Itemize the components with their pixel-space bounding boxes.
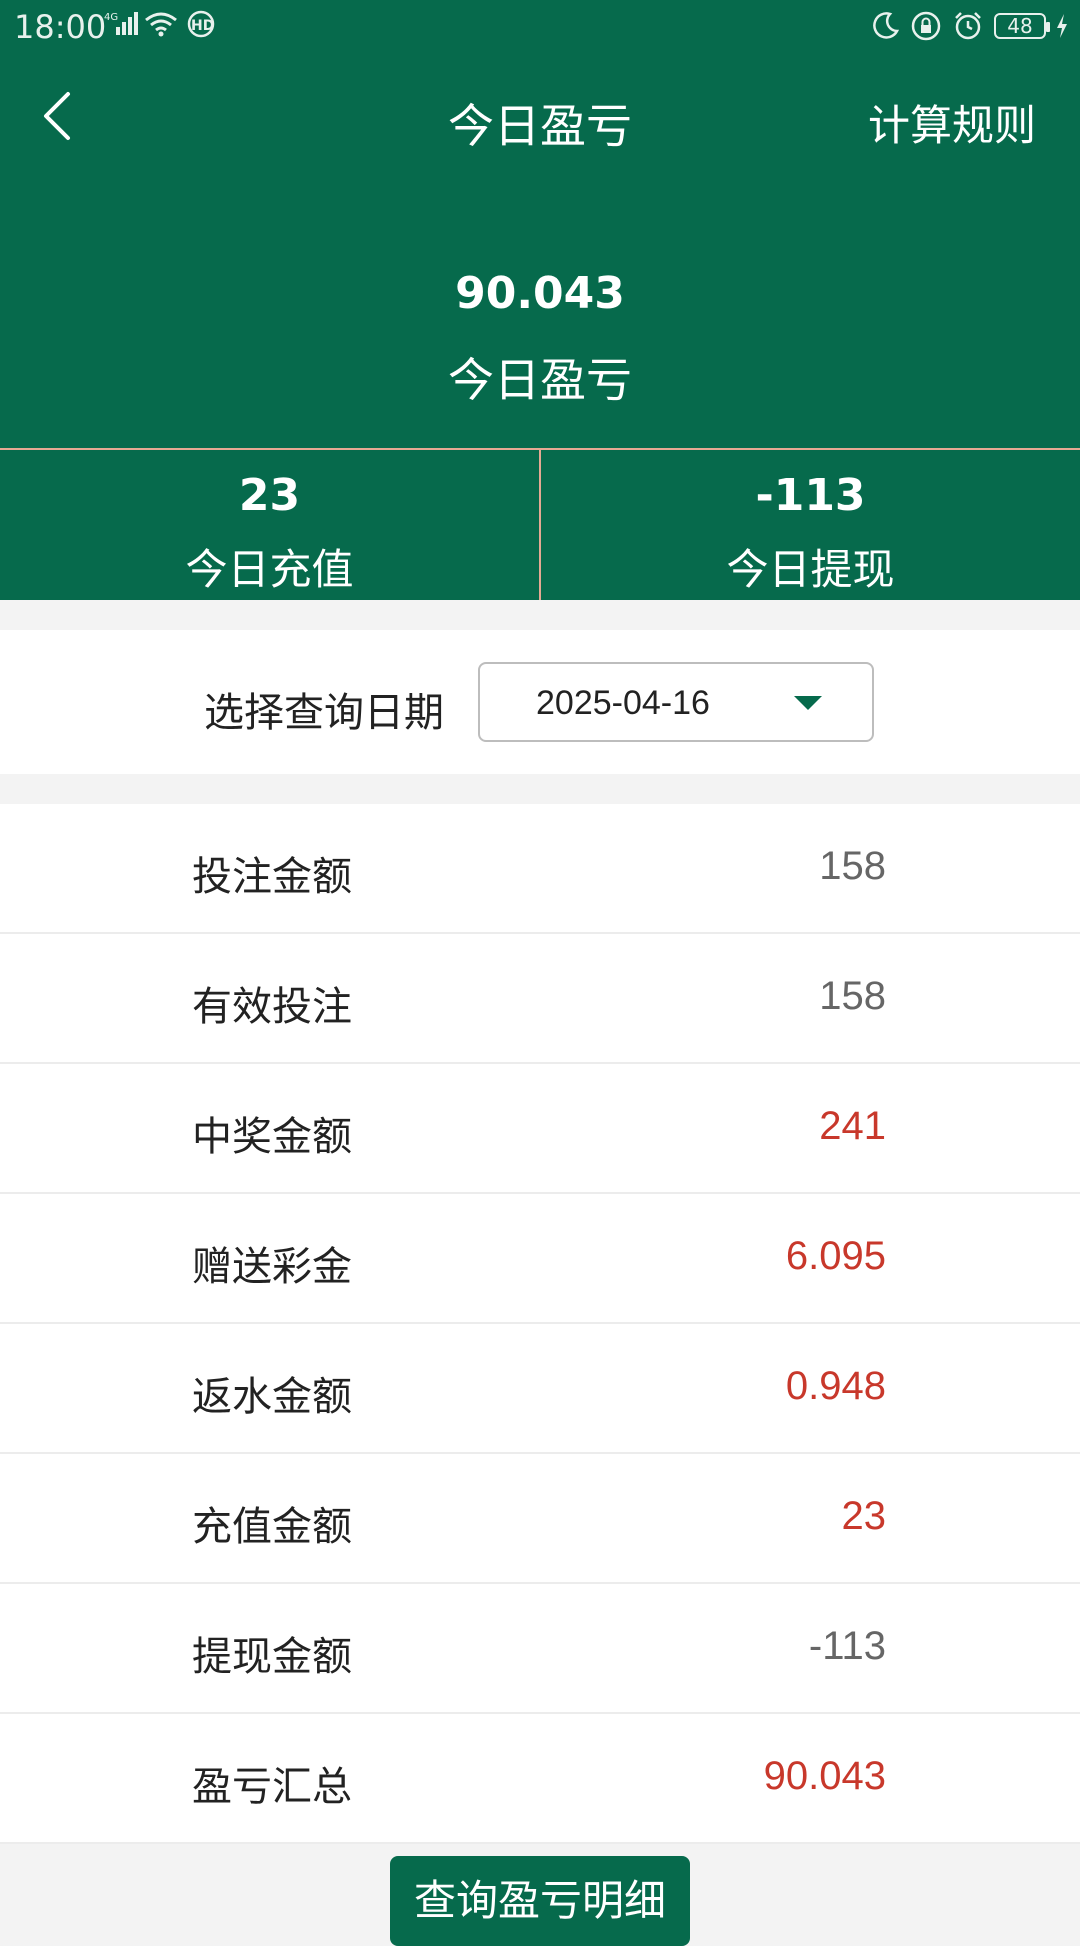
- row-label: 充值金额: [192, 1504, 352, 1550]
- alarm-icon: [952, 10, 984, 42]
- row-label: 投注金额: [192, 854, 352, 900]
- row-label: 中奖金额: [192, 1114, 352, 1160]
- list-item: 赠送彩金 6.095: [0, 1194, 1080, 1324]
- signal-icon: 4G: [104, 11, 138, 37]
- date-filter-label: 选择查询日期: [204, 690, 444, 736]
- battery-level: 48: [1007, 14, 1033, 38]
- stat-withdraw: -113 今日提现: [539, 450, 1080, 600]
- hd-icon: HD: [184, 10, 218, 38]
- stats-row: 23 今日充值 -113 今日提现: [0, 448, 1080, 600]
- today-profit-value: 90.043: [455, 268, 625, 319]
- row-value: 23: [841, 1494, 887, 1538]
- today-profit-label: 今日盈亏: [448, 353, 632, 407]
- query-profit-detail-button[interactable]: 查询盈亏明细: [390, 1856, 690, 1946]
- stat-withdraw-label: 今日提现: [726, 545, 895, 594]
- list-item: 中奖金额 241: [0, 1064, 1080, 1194]
- date-select[interactable]: 2025-04-16: [478, 662, 874, 742]
- summary-list: 投注金额 158 有效投注 158 中奖金额 241 赠送彩金 6.095 返水…: [0, 804, 1080, 1844]
- status-right-icons: 48: [870, 10, 1068, 42]
- status-bar: 18:00 4G HD 48: [0, 0, 1080, 56]
- moon-icon: [870, 11, 900, 41]
- list-item: 返水金额 0.948: [0, 1324, 1080, 1454]
- row-value: 90.043: [763, 1754, 886, 1798]
- stat-withdraw-value: -113: [755, 470, 866, 521]
- date-filter: 选择查询日期 2025-04-16: [0, 630, 1080, 774]
- stat-recharge: 23 今日充值: [0, 450, 539, 600]
- wifi-icon: [144, 11, 178, 37]
- row-label: 盈亏汇总: [192, 1764, 352, 1810]
- stat-recharge-label: 今日充值: [185, 545, 354, 594]
- battery-icon: 48: [994, 13, 1050, 39]
- list-item: 投注金额 158: [0, 804, 1080, 934]
- caret-down-icon: [794, 696, 822, 710]
- stat-recharge-value: 23: [238, 470, 301, 521]
- svg-text:4G: 4G: [104, 12, 118, 23]
- list-item: 盈亏汇总 90.043: [0, 1714, 1080, 1844]
- row-value: 241: [819, 1104, 886, 1148]
- list-item: 有效投注 158: [0, 934, 1080, 1064]
- calculation-rules-link[interactable]: 计算规则: [868, 92, 1036, 153]
- row-label: 提现金额: [192, 1634, 352, 1680]
- date-select-value: 2025-04-16: [536, 684, 710, 722]
- status-left-icons: 4G HD: [104, 10, 218, 38]
- row-value: 0.948: [785, 1364, 886, 1408]
- row-value: -113: [808, 1624, 886, 1668]
- nav-bar: 今日盈亏 计算规则: [0, 56, 1080, 182]
- rotation-lock-icon: [910, 10, 942, 42]
- list-item: 提现金额 -113: [0, 1584, 1080, 1714]
- row-value: 6.095: [785, 1234, 886, 1278]
- svg-text:HD: HD: [191, 18, 214, 34]
- status-time: 18:00: [14, 8, 107, 46]
- list-item: 充值金额 23: [0, 1454, 1080, 1584]
- row-label: 返水金额: [192, 1374, 352, 1420]
- charging-icon: [1056, 13, 1068, 39]
- header-panel: 18:00 4G HD 48 今日盈亏 计算规则 90.043 今日盈亏 23 …: [0, 0, 1080, 600]
- row-label: 赠送彩金: [192, 1244, 352, 1290]
- row-value: 158: [819, 974, 886, 1018]
- row-label: 有效投注: [192, 984, 352, 1030]
- row-value: 158: [819, 844, 886, 888]
